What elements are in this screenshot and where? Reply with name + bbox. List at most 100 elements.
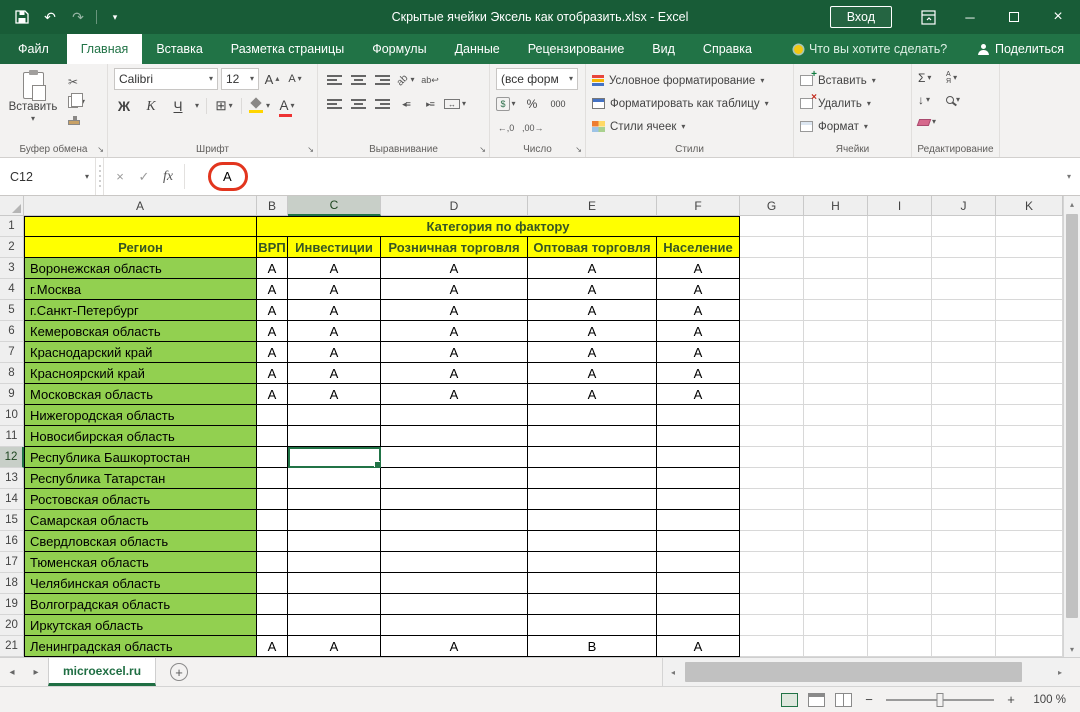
row-header-12[interactable]: 12 (0, 447, 24, 468)
formula-bar-resize-handle[interactable] (96, 158, 104, 195)
cell-C2[interactable]: Инвестиции (288, 237, 381, 258)
accounting-format-button[interactable]: $ ▾ (496, 94, 516, 114)
cell-G20[interactable] (740, 615, 804, 636)
cell-I21[interactable] (868, 636, 932, 657)
sheet-nav-left-icon[interactable]: ◂ (0, 658, 24, 686)
cell-F20[interactable] (657, 615, 740, 636)
view-normal-button[interactable] (781, 692, 798, 707)
cell-D9[interactable]: А (381, 384, 528, 405)
row-header-15[interactable]: 15 (0, 510, 24, 531)
enter-entry-button[interactable]: ✓ (132, 158, 156, 195)
cell-J15[interactable] (932, 510, 996, 531)
cell-K18[interactable] (996, 573, 1063, 594)
cell-H1[interactable] (804, 216, 868, 237)
cell-E10[interactable] (528, 405, 657, 426)
font-size-combobox[interactable]: 12 ▾ (221, 68, 259, 90)
cell-D11[interactable] (381, 426, 528, 447)
cell-A19[interactable]: Волгоградская область (24, 594, 257, 615)
format-painter-button[interactable] (68, 114, 85, 130)
cell-B6[interactable]: А (257, 321, 288, 342)
zoom-slider-thumb[interactable] (936, 692, 944, 707)
cell-D4[interactable]: А (381, 279, 528, 300)
cell-E6[interactable]: А (528, 321, 657, 342)
row-header-3[interactable]: 3 (0, 258, 24, 279)
column-header-C[interactable]: C (288, 196, 381, 216)
cell-B16[interactable] (257, 531, 288, 552)
ribbon-display-options-button[interactable] (908, 0, 948, 34)
cell-G3[interactable] (740, 258, 804, 279)
cell-C13[interactable] (288, 468, 381, 489)
cell-F19[interactable] (657, 594, 740, 615)
ribbon-tab-7[interactable]: Справка (689, 34, 766, 64)
orientation-button[interactable]: ab ▾ (395, 70, 416, 90)
hscroll-right-icon[interactable]: ▸ (1052, 668, 1068, 677)
cell-F8[interactable]: А (657, 363, 740, 384)
cell-C7[interactable]: А (288, 342, 381, 363)
column-header-I[interactable]: I (868, 196, 932, 216)
cell-A15[interactable]: Самарская область (24, 510, 257, 531)
cell-J1[interactable] (932, 216, 996, 237)
column-header-J[interactable]: J (932, 196, 996, 216)
cell-I10[interactable] (868, 405, 932, 426)
cell-I15[interactable] (868, 510, 932, 531)
cell-E18[interactable] (528, 573, 657, 594)
ribbon-tab-4[interactable]: Данные (441, 34, 514, 64)
cell-F4[interactable]: А (657, 279, 740, 300)
zoom-in-button[interactable]: + (1004, 692, 1018, 707)
align-center-button[interactable] (348, 94, 368, 114)
copy-button[interactable]: ▾ (68, 93, 85, 110)
redo-button[interactable]: ↷ (66, 5, 90, 29)
cell-C8[interactable]: А (288, 363, 381, 384)
cell-D3[interactable]: А (381, 258, 528, 279)
merge-center-button[interactable]: ↔ ▾ (444, 94, 466, 114)
column-header-G[interactable]: G (740, 196, 804, 216)
cell-A17[interactable]: Тюменская область (24, 552, 257, 573)
find-select-button[interactable]: ▾ (946, 91, 960, 109)
cell-B5[interactable]: А (257, 300, 288, 321)
cell-A13[interactable]: Республика Татарстан (24, 468, 257, 489)
cell-A7[interactable]: Краснодарский край (24, 342, 257, 363)
cell-H16[interactable] (804, 531, 868, 552)
cell-F17[interactable] (657, 552, 740, 573)
cell-D20[interactable] (381, 615, 528, 636)
borders-button[interactable]: ⊞ ▾ (214, 96, 234, 116)
cell-J18[interactable] (932, 573, 996, 594)
cell-J2[interactable] (932, 237, 996, 258)
cell-H10[interactable] (804, 405, 868, 426)
column-header-D[interactable]: D (381, 196, 528, 216)
cell-B18[interactable] (257, 573, 288, 594)
cell-F21[interactable]: А (657, 636, 740, 657)
cell-J16[interactable] (932, 531, 996, 552)
cell-C15[interactable] (288, 510, 381, 531)
cell-H9[interactable] (804, 384, 868, 405)
cell-G16[interactable] (740, 531, 804, 552)
cell-K14[interactable] (996, 489, 1063, 510)
cell-J9[interactable] (932, 384, 996, 405)
cell-K21[interactable] (996, 636, 1063, 657)
cell-C10[interactable] (288, 405, 381, 426)
row-header-17[interactable]: 17 (0, 552, 24, 573)
cell-K10[interactable] (996, 405, 1063, 426)
cell-E20[interactable] (528, 615, 657, 636)
cell-E3[interactable]: А (528, 258, 657, 279)
cell-H17[interactable] (804, 552, 868, 573)
cell-B14[interactable] (257, 489, 288, 510)
cell-B15[interactable] (257, 510, 288, 531)
cell-C5[interactable]: А (288, 300, 381, 321)
row-header-2[interactable]: 2 (0, 237, 24, 258)
cell-K8[interactable] (996, 363, 1063, 384)
row-header-18[interactable]: 18 (0, 573, 24, 594)
row-header-4[interactable]: 4 (0, 279, 24, 300)
cell-H6[interactable] (804, 321, 868, 342)
cell-C4[interactable]: А (288, 279, 381, 300)
cell-D13[interactable] (381, 468, 528, 489)
cell-A5[interactable]: г.Санкт-Петербург (24, 300, 257, 321)
column-header-E[interactable]: E (528, 196, 657, 216)
formula-input[interactable]: А (189, 158, 1058, 195)
cell-E17[interactable] (528, 552, 657, 573)
add-sheet-button[interactable]: + (170, 663, 189, 681)
hscroll-left-icon[interactable]: ◂ (665, 668, 681, 677)
cell-B10[interactable] (257, 405, 288, 426)
cell-D16[interactable] (381, 531, 528, 552)
ribbon-tab-file[interactable]: Файл (0, 34, 67, 64)
